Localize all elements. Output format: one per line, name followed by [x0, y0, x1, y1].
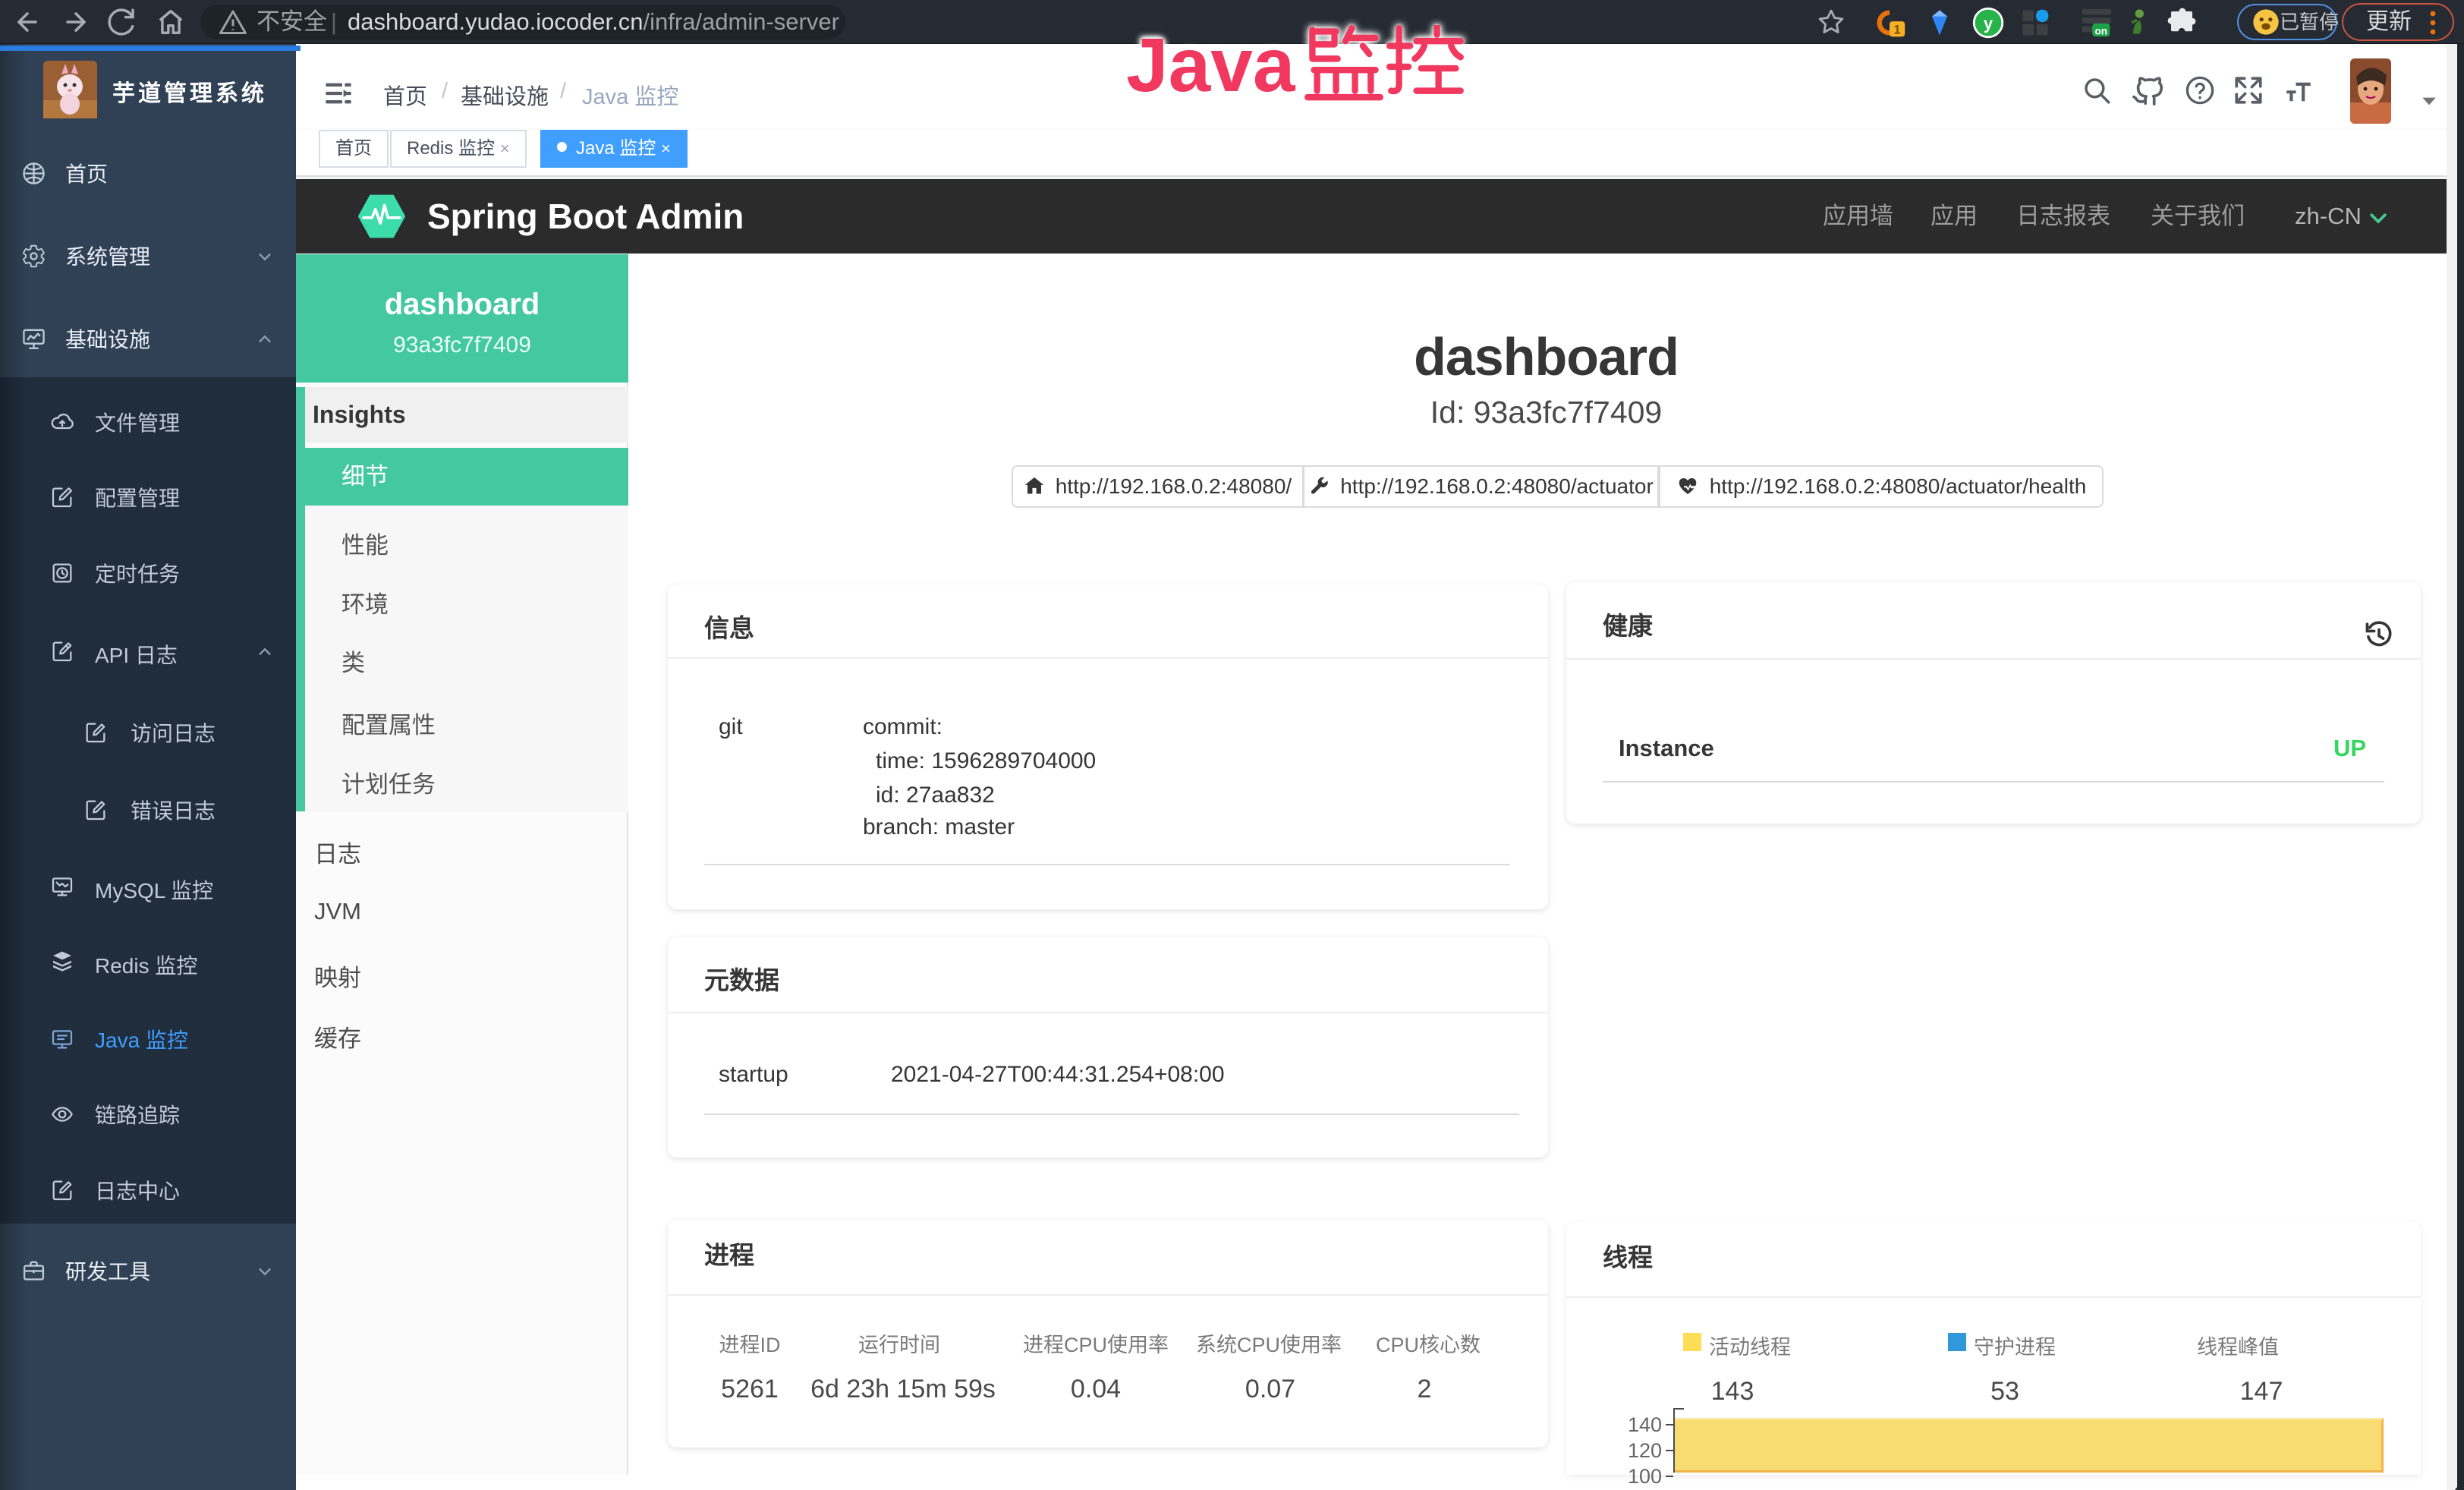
- svg-text:y: y: [1984, 14, 1994, 33]
- svg-text:on: on: [2095, 25, 2107, 36]
- svg-text:1: 1: [1893, 24, 1900, 37]
